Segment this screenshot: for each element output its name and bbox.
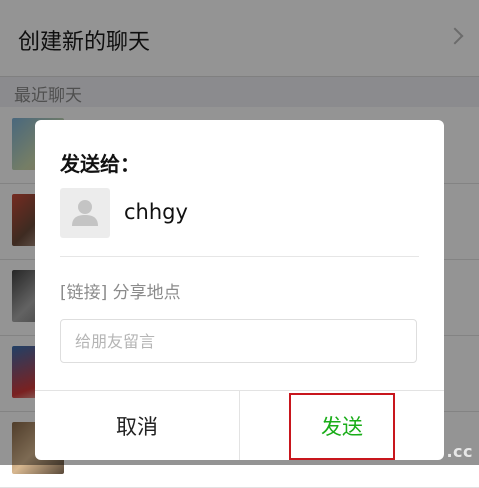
send-button[interactable]: 发送 [240,391,444,460]
cancel-button[interactable]: 取消 [35,391,239,460]
contact-name: chhgy [124,200,188,224]
send-to-dialog: 发送给： chhgy [链接] 分享地点 取消 发送 [35,120,444,460]
divider [60,256,419,257]
default-avatar-icon [60,188,110,238]
message-input[interactable] [60,319,417,363]
dialog-button-bar: 取消 发送 [35,390,444,460]
dialog-title: 发送给： [60,152,140,176]
share-link-summary: [链接] 分享地点 [60,283,181,303]
watermark: .cc [446,442,473,461]
